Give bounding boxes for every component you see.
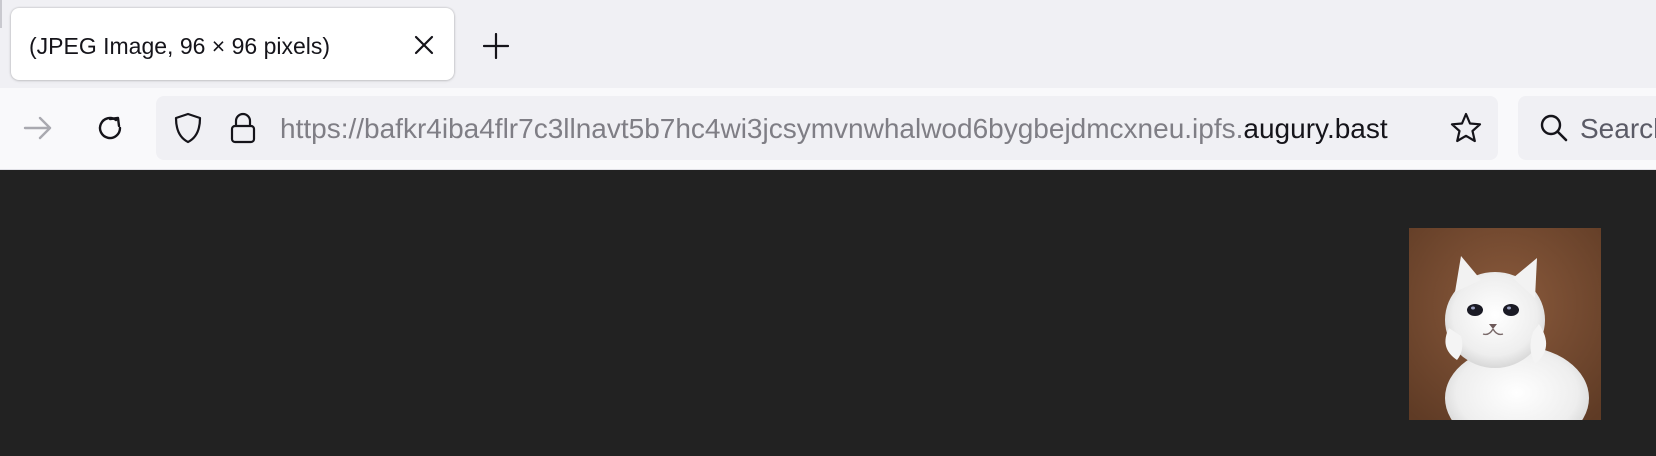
search-icon	[1540, 114, 1568, 142]
lock-icon	[230, 112, 256, 144]
close-icon	[414, 35, 434, 55]
navigation-toolbar: https://bafkr4iba4flr7c3llnavt5b7hc4wi3j…	[0, 88, 1656, 170]
star-icon	[1450, 112, 1482, 143]
shield-icon	[174, 112, 202, 144]
new-tab-button[interactable]	[476, 26, 516, 66]
reload-icon	[98, 116, 122, 140]
bookmark-button[interactable]	[1448, 110, 1484, 146]
address-bar[interactable]: https://bafkr4iba4flr7c3llnavt5b7hc4wi3j…	[156, 96, 1498, 160]
cat-photo	[1409, 228, 1601, 420]
url-text[interactable]: https://bafkr4iba4flr7c3llnavt5b7hc4wi3j…	[280, 96, 1592, 160]
reload-button[interactable]	[88, 106, 132, 150]
url-domain: augury.bast	[1243, 113, 1388, 144]
tracking-protection-button[interactable]	[172, 112, 204, 144]
arrow-right-icon	[23, 116, 52, 140]
tab-strip: (JPEG Image, 96 × 96 pixels)	[0, 0, 1656, 88]
tab-active[interactable]: (JPEG Image, 96 × 96 pixels)	[11, 8, 454, 80]
search-bar[interactable]: Search	[1518, 96, 1656, 160]
url-prefix: https://bafkr4iba4flr7c3llnavt5b7hc4wi3j…	[280, 113, 1244, 144]
image-viewer-canvas	[0, 170, 1656, 456]
search-icon-wrap	[1538, 112, 1570, 144]
tab-title: (JPEG Image, 96 × 96 pixels)	[29, 33, 331, 59]
plus-icon	[483, 33, 509, 59]
search-placeholder: Search	[1580, 113, 1656, 144]
tab-strip-edge	[0, 0, 2, 28]
forward-button[interactable]	[16, 106, 60, 150]
site-security-button[interactable]	[227, 112, 259, 144]
close-tab-button[interactable]	[407, 28, 441, 62]
cat-image[interactable]	[1409, 228, 1601, 420]
